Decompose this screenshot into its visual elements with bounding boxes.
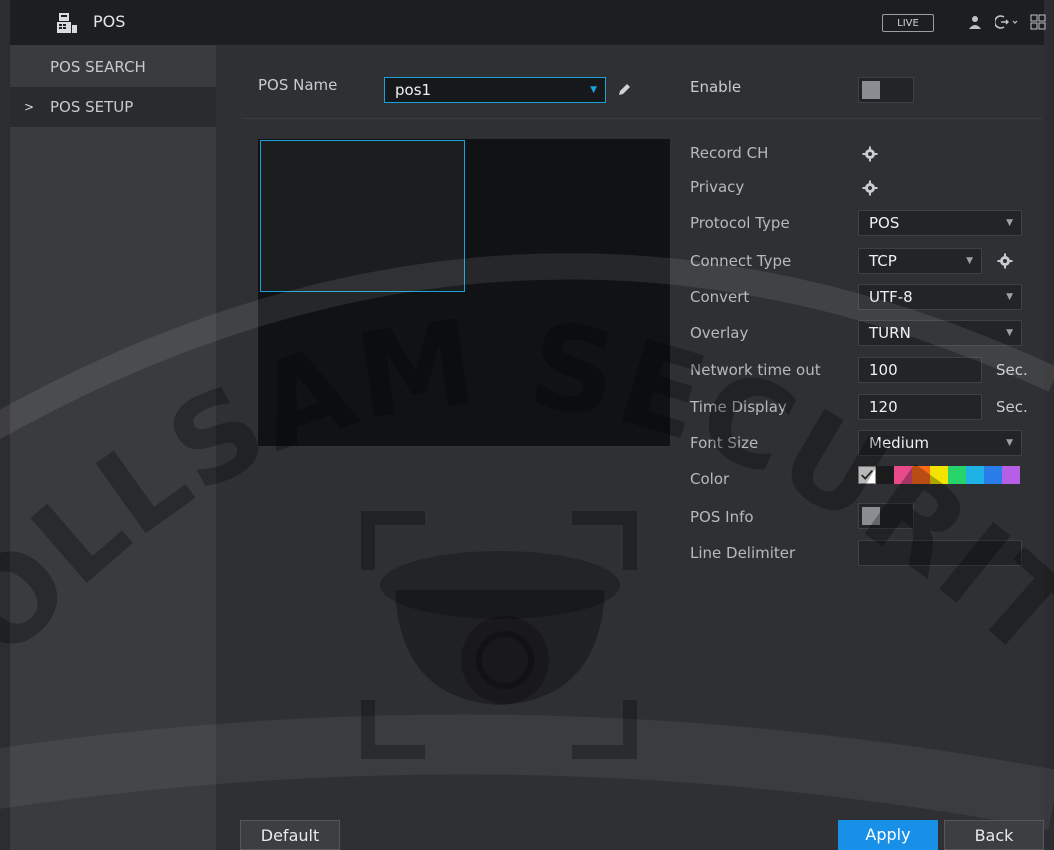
line-delimiter-label: Line Delimiter [690, 544, 796, 562]
sidebar-item-label: POS SEARCH [50, 58, 146, 76]
sidebar-item-pos-setup[interactable]: > POS SETUP [10, 87, 216, 127]
network-timeout-input[interactable]: 100 [858, 357, 982, 383]
protocol-type-label: Protocol Type [690, 214, 790, 232]
chevron-down-icon: ▼ [966, 256, 973, 266]
overlay-region-box[interactable] [260, 140, 465, 292]
selected-arrow-icon: > [24, 100, 35, 114]
chevron-down-icon: ▼ [1006, 218, 1013, 228]
pos-icon [57, 13, 77, 33]
protocol-type-dropdown[interactable]: POS ▼ [858, 210, 1022, 236]
chevron-down-icon: ▼ [1006, 328, 1013, 338]
color-swatch[interactable] [1002, 466, 1020, 484]
connect-type-label: Connect Type [690, 252, 792, 270]
privacy-label: Privacy [690, 178, 745, 196]
color-swatch[interactable] [984, 466, 1002, 484]
network-timeout-value: 100 [869, 361, 898, 379]
color-swatch[interactable] [948, 466, 966, 484]
enable-label: Enable [690, 78, 742, 96]
page-title: POS [93, 12, 126, 31]
convert-value: UTF-8 [869, 288, 913, 306]
default-button[interactable]: Default [240, 820, 340, 850]
convert-label: Convert [690, 288, 750, 306]
font-size-value: Medium [869, 434, 929, 452]
logout-icon[interactable] [995, 14, 1019, 30]
chevron-down-icon: ▼ [1006, 292, 1013, 302]
color-swatch[interactable] [894, 466, 912, 484]
chevron-down-icon: ▼ [590, 85, 597, 95]
font-size-label: Font Size [690, 434, 759, 452]
overlay-value: TURN [869, 324, 911, 342]
pos-name-label: POS Name [258, 76, 338, 94]
title-bar: POS LIVE [10, 0, 1046, 45]
overlay-label: Overlay [690, 324, 749, 342]
privacy-gear-icon[interactable] [862, 180, 878, 196]
network-timeout-unit: Sec. [996, 361, 1028, 379]
check-icon [861, 469, 873, 480]
connect-type-value: TCP [869, 252, 897, 270]
record-ch-label: Record CH [690, 144, 769, 162]
sidebar: POS SEARCH > POS SETUP [10, 45, 216, 850]
back-button[interactable]: Back [944, 820, 1044, 850]
apply-button[interactable]: Apply [838, 820, 938, 850]
protocol-type-value: POS [869, 214, 900, 232]
color-swatch[interactable] [912, 466, 930, 484]
edit-pencil-icon[interactable] [616, 82, 632, 98]
time-display-unit: Sec. [996, 398, 1028, 416]
sidebar-item-pos-search[interactable]: POS SEARCH [10, 47, 216, 87]
overlay-dropdown[interactable]: TURN ▼ [858, 320, 1022, 346]
color-swatch[interactable] [930, 466, 948, 484]
pos-info-label: POS Info [690, 508, 754, 526]
pos-setup-window: POS LIVE POS SEARCH > POS SETUP POS Name… [0, 0, 1054, 850]
color-label: Color [690, 470, 730, 488]
user-icon[interactable] [968, 14, 982, 30]
live-button[interactable]: LIVE [882, 14, 934, 32]
grid-icon[interactable] [1030, 14, 1046, 30]
divider [242, 118, 1042, 119]
line-delimiter-input[interactable] [858, 540, 1022, 566]
chevron-down-icon: ▼ [1006, 438, 1013, 448]
connect-type-dropdown[interactable]: TCP ▼ [858, 248, 982, 274]
color-swatch[interactable] [966, 466, 984, 484]
pos-info-toggle[interactable] [858, 503, 914, 529]
enable-toggle[interactable] [858, 77, 914, 103]
color-swatch-selected[interactable] [858, 466, 876, 484]
time-display-input[interactable]: 120 [858, 394, 982, 420]
pos-name-dropdown[interactable]: pos1 ▼ [384, 77, 606, 103]
pos-name-value: pos1 [395, 81, 432, 99]
toggle-knob [862, 81, 880, 99]
convert-dropdown[interactable]: UTF-8 ▼ [858, 284, 1022, 310]
time-display-label: Time Display [690, 398, 787, 416]
time-display-value: 120 [869, 398, 898, 416]
connect-type-gear-icon[interactable] [997, 253, 1013, 269]
record-ch-gear-icon[interactable] [862, 146, 878, 162]
toggle-knob [862, 507, 880, 525]
network-timeout-label: Network time out [690, 361, 821, 379]
color-swatch[interactable] [876, 466, 894, 484]
sidebar-item-label: POS SETUP [50, 98, 134, 116]
font-size-dropdown[interactable]: Medium ▼ [858, 430, 1022, 456]
